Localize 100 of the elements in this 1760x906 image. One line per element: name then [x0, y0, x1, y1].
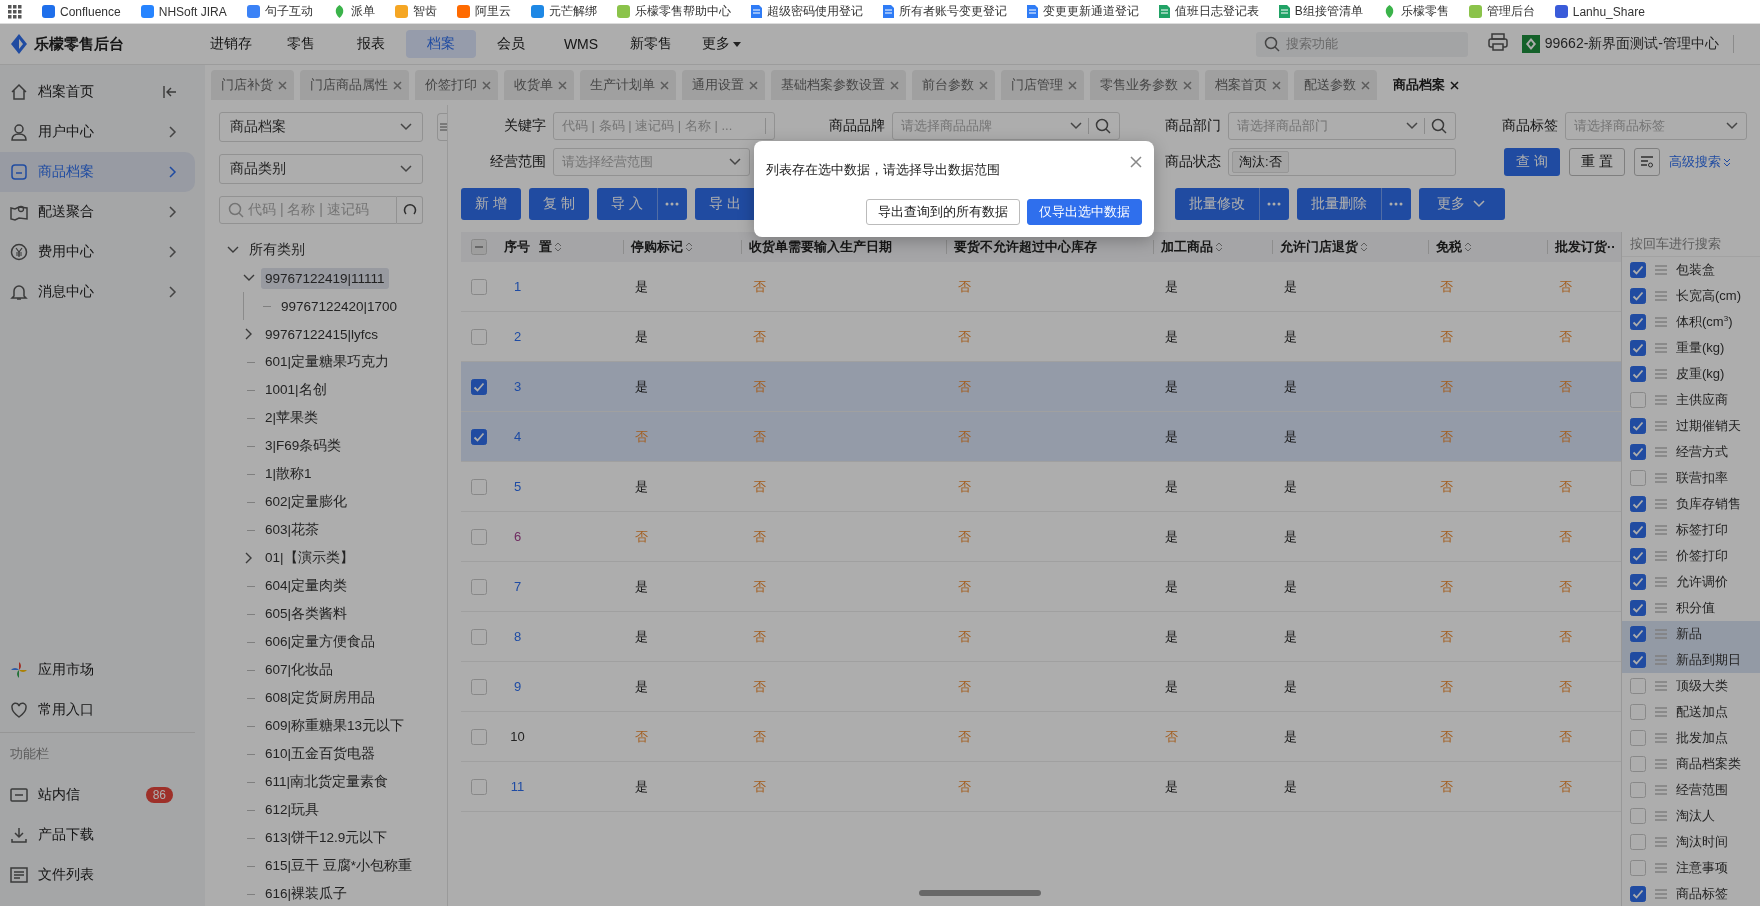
nav-tab[interactable]: 零售 — [266, 30, 336, 58]
sidebar-item[interactable]: 配送聚合 — [0, 192, 195, 232]
action-button[interactable]: 新 增 — [461, 188, 521, 220]
sidebar-item[interactable]: 用户中心 — [0, 112, 195, 152]
bookmark-link[interactable]: 阿里云 — [456, 3, 511, 20]
sidebar-item[interactable]: 档案首页 — [0, 72, 195, 112]
column-option[interactable]: 过期催销天 — [1622, 413, 1760, 439]
primary-button[interactable]: 仅导出选中数据 — [1027, 199, 1142, 225]
tab[interactable]: 基础档案参数设置 — [771, 70, 906, 100]
column-header[interactable]: 置 — [539, 232, 623, 262]
tree-item[interactable]: 612|玩具 — [261, 798, 324, 822]
tab[interactable]: 配送参数 — [1294, 70, 1377, 100]
sidebar-item[interactable]: 消息中心 — [0, 272, 195, 312]
tree-item[interactable]: 611|南北货定量素食 — [261, 770, 393, 794]
row-number-link[interactable]: 2 — [513, 329, 522, 344]
column-option[interactable]: 价签打印 — [1622, 543, 1760, 569]
row-number-link[interactable]: 8 — [513, 629, 522, 644]
bookmark-link[interactable]: Confluence — [42, 4, 121, 19]
tree-item[interactable]: 1001|名创 — [261, 378, 331, 402]
column-option[interactable]: 批发加点 — [1622, 725, 1760, 751]
tree-item[interactable]: 610|五金百货电器 — [261, 742, 380, 766]
nav-tab[interactable]: 报表 — [336, 30, 406, 58]
nav-tab[interactable]: 更多 — [686, 30, 756, 58]
column-option[interactable]: 重量(kg) — [1622, 335, 1760, 361]
row-number-link[interactable]: 6 — [513, 529, 522, 544]
bookmark-link[interactable]: 管理后台 — [1468, 3, 1535, 20]
column-option[interactable]: 经营方式 — [1622, 439, 1760, 465]
column-option[interactable]: 商品标签 — [1622, 881, 1760, 906]
reset-button[interactable]: 重 置 — [1569, 148, 1625, 176]
tab[interactable]: 门店商品属性 — [300, 70, 409, 100]
bookmark-link[interactable]: 值班日志登记表 — [1158, 3, 1259, 20]
query-button[interactable]: 查 询 — [1504, 148, 1560, 176]
sidebar-item[interactable]: 应用市场 — [0, 650, 195, 690]
tree-item[interactable]: 613|饼干12.9元以下 — [261, 826, 392, 850]
bookmark-link[interactable]: 乐檬零售帮助中心 — [616, 3, 731, 20]
tree-item[interactable]: 606|定量方便食品 — [261, 630, 380, 654]
category-select[interactable]: 商品类别 — [219, 154, 423, 184]
tree-item[interactable]: 1|散称1 — [261, 462, 316, 486]
row-number-link[interactable]: 7 — [513, 579, 522, 594]
tab[interactable]: 零售业务参数 — [1090, 70, 1199, 100]
status-field[interactable]: 淘汰:否 — [1228, 148, 1456, 176]
tree-item[interactable]: 616|裸装瓜子 — [261, 882, 352, 906]
tab[interactable]: 前台参数 — [912, 70, 995, 100]
bookmark-link[interactable]: 智齿 — [394, 3, 437, 20]
sidebar-item[interactable]: 站内信 86 — [0, 775, 195, 815]
tab[interactable]: 档案首页 — [1205, 70, 1288, 100]
tree-item[interactable]: 99767122415|lyfcs — [261, 323, 383, 345]
sidebar-item[interactable]: 产品下载 — [0, 815, 195, 855]
org-selector[interactable]: 99662-新界面测试-管理中心 — [1544, 35, 1719, 53]
column-option[interactable]: 新品 — [1622, 621, 1760, 647]
bookmark-link[interactable]: Lanhu_Share — [1554, 4, 1645, 19]
tab[interactable]: 收货单 — [504, 70, 574, 100]
tree-item[interactable]: 601|定量糖果巧克力 — [261, 350, 394, 374]
tab[interactable]: 通用设置 — [682, 70, 765, 100]
tree-item[interactable]: 3|F69条码类 — [261, 434, 346, 458]
column-option[interactable]: 经营范围 — [1622, 777, 1760, 803]
tree-item[interactable]: 607|化妆品 — [261, 658, 338, 682]
nav-tab[interactable]: 新零售 — [616, 30, 686, 58]
bookmark-link[interactable]: 乐檬零售 — [1382, 3, 1449, 20]
column-option[interactable]: 负库存销售 — [1622, 491, 1760, 517]
action-button[interactable]: 复 制 — [528, 188, 589, 220]
sidebar-item[interactable]: 文件列表 — [0, 855, 195, 895]
bookmark-link[interactable]: B组接管清单 — [1278, 3, 1363, 20]
nav-tab[interactable]: 进销存 — [196, 30, 266, 58]
column-option[interactable]: 皮重(kg) — [1622, 361, 1760, 387]
column-option[interactable]: 淘汰人 — [1622, 803, 1760, 829]
column-option[interactable]: 允许调价 — [1622, 569, 1760, 595]
column-option[interactable]: 联营扣率 — [1622, 465, 1760, 491]
tree-item[interactable]: 603|花茶 — [261, 518, 324, 542]
tab[interactable]: 价签打印 — [415, 70, 498, 100]
nav-tab[interactable]: WMS — [546, 30, 616, 58]
tree-item[interactable]: 99767122419|11111 — [261, 267, 389, 289]
column-option[interactable]: 配送加点 — [1622, 699, 1760, 725]
column-option[interactable]: 注意事项 — [1622, 855, 1760, 881]
type-select[interactable]: 商品档案 — [219, 112, 423, 142]
sidebar-item[interactable]: 常用入口 — [0, 690, 195, 730]
column-option[interactable]: 包装盒 — [1622, 257, 1760, 283]
bookmark-link[interactable]: 派单 — [332, 3, 375, 20]
column-option[interactable]: 商品档案类 — [1622, 751, 1760, 777]
bookmark-link[interactable]: 句子互动 — [246, 3, 313, 20]
row-number-link[interactable]: 5 — [513, 479, 522, 494]
row-number-link[interactable]: 11 — [510, 779, 525, 794]
column-option[interactable]: 主供应商 — [1622, 387, 1760, 413]
column-option[interactable]: 淘汰时间 — [1622, 829, 1760, 855]
sidebar-item[interactable]: 费用中心 — [0, 232, 195, 272]
advanced-search-link[interactable]: 高级搜索 — [1669, 153, 1731, 171]
tree-item[interactable]: 602|定量膨化 — [261, 490, 352, 514]
action-button[interactable]: 更多 — [1418, 188, 1505, 220]
column-option[interactable]: 标签打印 — [1622, 517, 1760, 543]
column-option[interactable]: 积分值 — [1622, 595, 1760, 621]
tab[interactable]: 门店补货 — [211, 70, 294, 100]
tree-item[interactable]: 所有类别 — [245, 238, 309, 262]
tab[interactable]: 门店管理 — [1001, 70, 1084, 100]
secondary-button[interactable]: 导出查询到的所有数据 — [866, 199, 1020, 225]
bookmark-link[interactable]: 变更更新通道登记 — [1026, 3, 1139, 20]
tree-item[interactable]: 608|定货厨房用品 — [261, 686, 380, 710]
column-option[interactable]: 顶级大类 — [1622, 673, 1760, 699]
tree-item[interactable]: 615|豆干 豆腐*小包称重 — [261, 854, 417, 878]
row-number-link[interactable]: 1 — [513, 279, 522, 294]
column-option[interactable]: 新品到期日 — [1622, 647, 1760, 673]
